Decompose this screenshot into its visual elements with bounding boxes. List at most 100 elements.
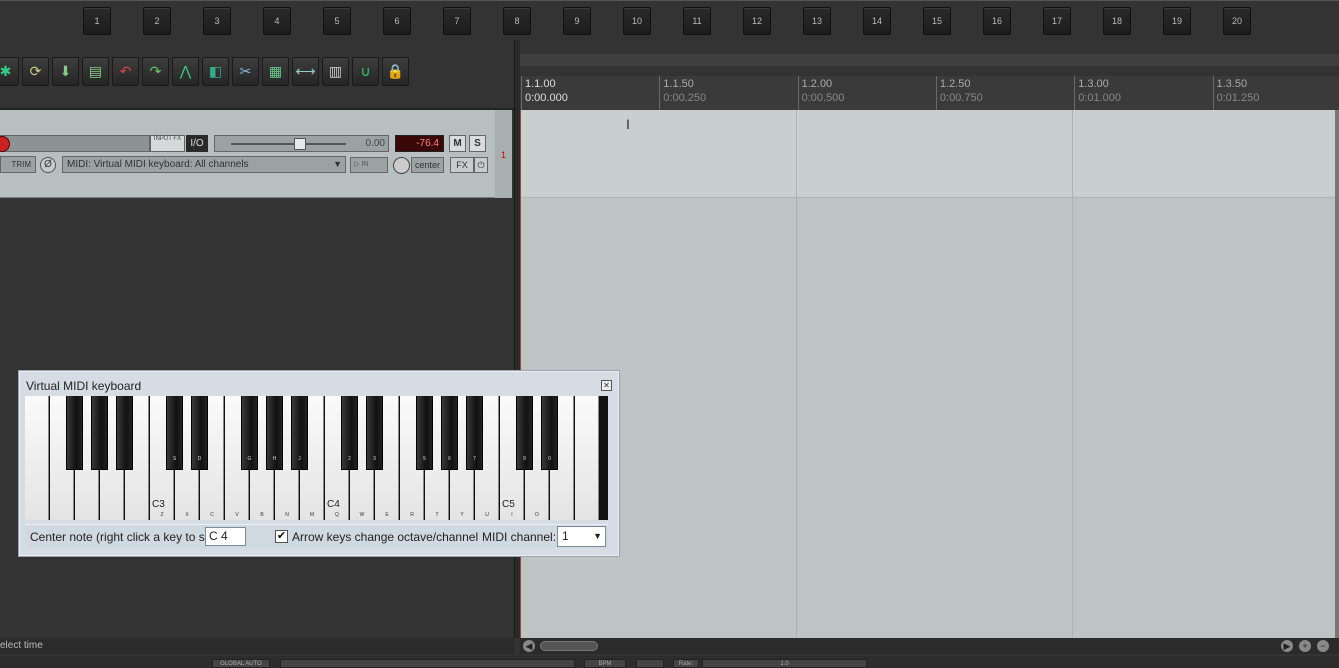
phase-invert-button[interactable]: Ø (40, 157, 56, 173)
loop-icon[interactable]: ∪ (352, 57, 379, 86)
mute-button[interactable]: M (449, 135, 466, 152)
region-button-15[interactable]: 15 (923, 7, 951, 35)
region-button-13[interactable]: 13 (803, 7, 831, 35)
region-button-5[interactable]: 5 (323, 7, 351, 35)
vertical-scrollbar[interactable] (1335, 110, 1339, 638)
region-button-8[interactable]: 8 (503, 7, 531, 35)
track-name-field[interactable] (0, 135, 150, 152)
region-button-17[interactable]: 17 (1043, 7, 1071, 35)
ripple-edit-icon[interactable]: ✂ (232, 57, 259, 86)
white-key[interactable] (25, 396, 49, 520)
center-note-field[interactable]: C 4 (205, 527, 246, 546)
close-icon[interactable]: ✕ (601, 380, 612, 391)
arrow-keys-checkbox[interactable]: ✔ (275, 530, 288, 543)
region-button-1[interactable]: 1 (83, 7, 111, 35)
save-project-icon[interactable]: ⬇ (52, 57, 79, 86)
io-button[interactable]: I/O (186, 135, 208, 152)
black-key[interactable] (116, 396, 133, 470)
black-key[interactable]: 6 (441, 396, 458, 470)
region-button-14[interactable]: 14 (863, 7, 891, 35)
black-key[interactable]: S (166, 396, 183, 470)
timeline-ruler[interactable]: 1.1.00 0:00.000 1.1.50 0:00.250 1.2.00 0:00.5… (520, 76, 1339, 110)
scroll-right-icon[interactable]: ▶ (1281, 640, 1293, 652)
volume-knob[interactable] (294, 138, 306, 150)
rate-slider[interactable]: 1.0 (702, 659, 867, 668)
region-button-20[interactable]: 20 (1223, 7, 1251, 35)
monitor-button[interactable]: ▷ IN (350, 157, 388, 173)
track-control-panel[interactable] (0, 110, 512, 198)
black-key[interactable]: 9 (516, 396, 533, 470)
ruler-tick: 1.2.00 0:00.500 (797, 76, 845, 110)
redo-icon[interactable]: ↷ (142, 57, 169, 86)
region-button-18[interactable]: 18 (1103, 7, 1131, 35)
time-signature-button[interactable] (636, 659, 664, 668)
trim-button[interactable]: TRIM (0, 156, 36, 173)
zoom-out-icon[interactable]: − (1317, 640, 1329, 652)
keyboard-options-bar: Center note (right click a key to set): … (25, 524, 608, 548)
global-auto-button[interactable]: GLOBAL AUTO (212, 659, 270, 668)
open-project-icon[interactable]: ⟳ (22, 57, 49, 86)
black-key[interactable] (66, 396, 83, 470)
region-button-11[interactable]: 11 (683, 7, 711, 35)
arrange-view[interactable] (520, 110, 1335, 638)
black-key[interactable]: 0 (541, 396, 558, 470)
pan-knob[interactable] (393, 157, 410, 174)
midi-channel-select[interactable]: 1 ▼ (557, 526, 606, 547)
grid-icon[interactable]: ▥ (322, 57, 349, 86)
octave-label: C4 (327, 499, 340, 510)
region-button-4[interactable]: 4 (263, 7, 291, 35)
key-shortcut-label: R (410, 512, 414, 518)
ruler-time-label: 0:00.500 (801, 92, 845, 104)
region-button-3[interactable]: 3 (203, 7, 231, 35)
region-button-10[interactable]: 10 (623, 7, 651, 35)
black-key[interactable]: G (241, 396, 258, 470)
black-key[interactable]: J (291, 396, 308, 470)
arrange-track-lane[interactable] (520, 110, 1335, 198)
volume-slider[interactable]: 0.00 (214, 135, 389, 152)
peak-meter[interactable]: -76.4 (395, 135, 444, 152)
envelope-lock-icon[interactable]: ⟷ (292, 57, 319, 86)
key-shortcut-label: J (298, 456, 301, 462)
black-key[interactable]: 5 (416, 396, 433, 470)
key-shortcut-label: 9 (523, 456, 526, 462)
region-button-16[interactable]: 16 (983, 7, 1011, 35)
region-button-12[interactable]: 12 (743, 7, 771, 35)
black-key[interactable]: 2 (341, 396, 358, 470)
scroll-left-icon[interactable]: ◀ (523, 640, 535, 652)
region-button-9[interactable]: 9 (563, 7, 591, 35)
metronome-icon[interactable]: ⋀ (172, 57, 199, 86)
pan-label[interactable]: center (411, 157, 444, 173)
lock-icon[interactable]: 🔒 (382, 57, 409, 86)
project-settings-icon[interactable]: ▤ (82, 57, 109, 86)
bpm-button[interactable]: BPM (584, 659, 626, 668)
black-key[interactable]: 7 (466, 396, 483, 470)
undo-icon[interactable]: ↶ (112, 57, 139, 86)
solo-button[interactable]: S (469, 135, 486, 152)
snap-icon[interactable]: ◧ (202, 57, 229, 86)
zoom-in-icon[interactable]: + (1299, 640, 1311, 652)
white-key[interactable] (575, 396, 599, 520)
input-fx-button[interactable]: INPUT FX (150, 135, 185, 152)
black-key[interactable]: H (266, 396, 283, 470)
record-input-select[interactable]: MIDI: Virtual MIDI keyboard: All channel… (62, 156, 346, 173)
horizontal-scrollbar[interactable]: ◀ ▶ + − (520, 638, 1339, 654)
track-number[interactable]: 1 (495, 110, 512, 198)
ruler-time-label: 0:00.250 (663, 92, 707, 104)
region-lane[interactable] (520, 54, 1339, 66)
fx-button[interactable]: FX (450, 157, 474, 173)
transport-display (280, 659, 575, 668)
new-project-icon[interactable]: ✱ (0, 57, 19, 86)
piano-keyboard[interactable]: C3 Z X C V B N M C4 Q W E R T Y U C5 I O S D G H J 2 3 5 6 7 9 0 (25, 396, 608, 520)
virtual-midi-keyboard-window[interactable]: Virtual MIDI keyboard ✕ C3 Z X C V B N M C4 Q W E R T… (18, 370, 620, 557)
scroll-thumb[interactable] (540, 641, 598, 651)
black-key[interactable]: 3 (366, 396, 383, 470)
region-button-2[interactable]: 2 (143, 7, 171, 35)
auto-crossfade-icon[interactable]: ▦ (262, 57, 289, 86)
region-button-7[interactable]: 7 (443, 7, 471, 35)
black-key[interactable] (91, 396, 108, 470)
region-button-6[interactable]: 6 (383, 7, 411, 35)
black-key[interactable]: D (191, 396, 208, 470)
region-button-19[interactable]: 19 (1163, 7, 1191, 35)
gridline (796, 110, 797, 638)
fx-bypass-icon[interactable]: ⏻ (474, 157, 488, 173)
